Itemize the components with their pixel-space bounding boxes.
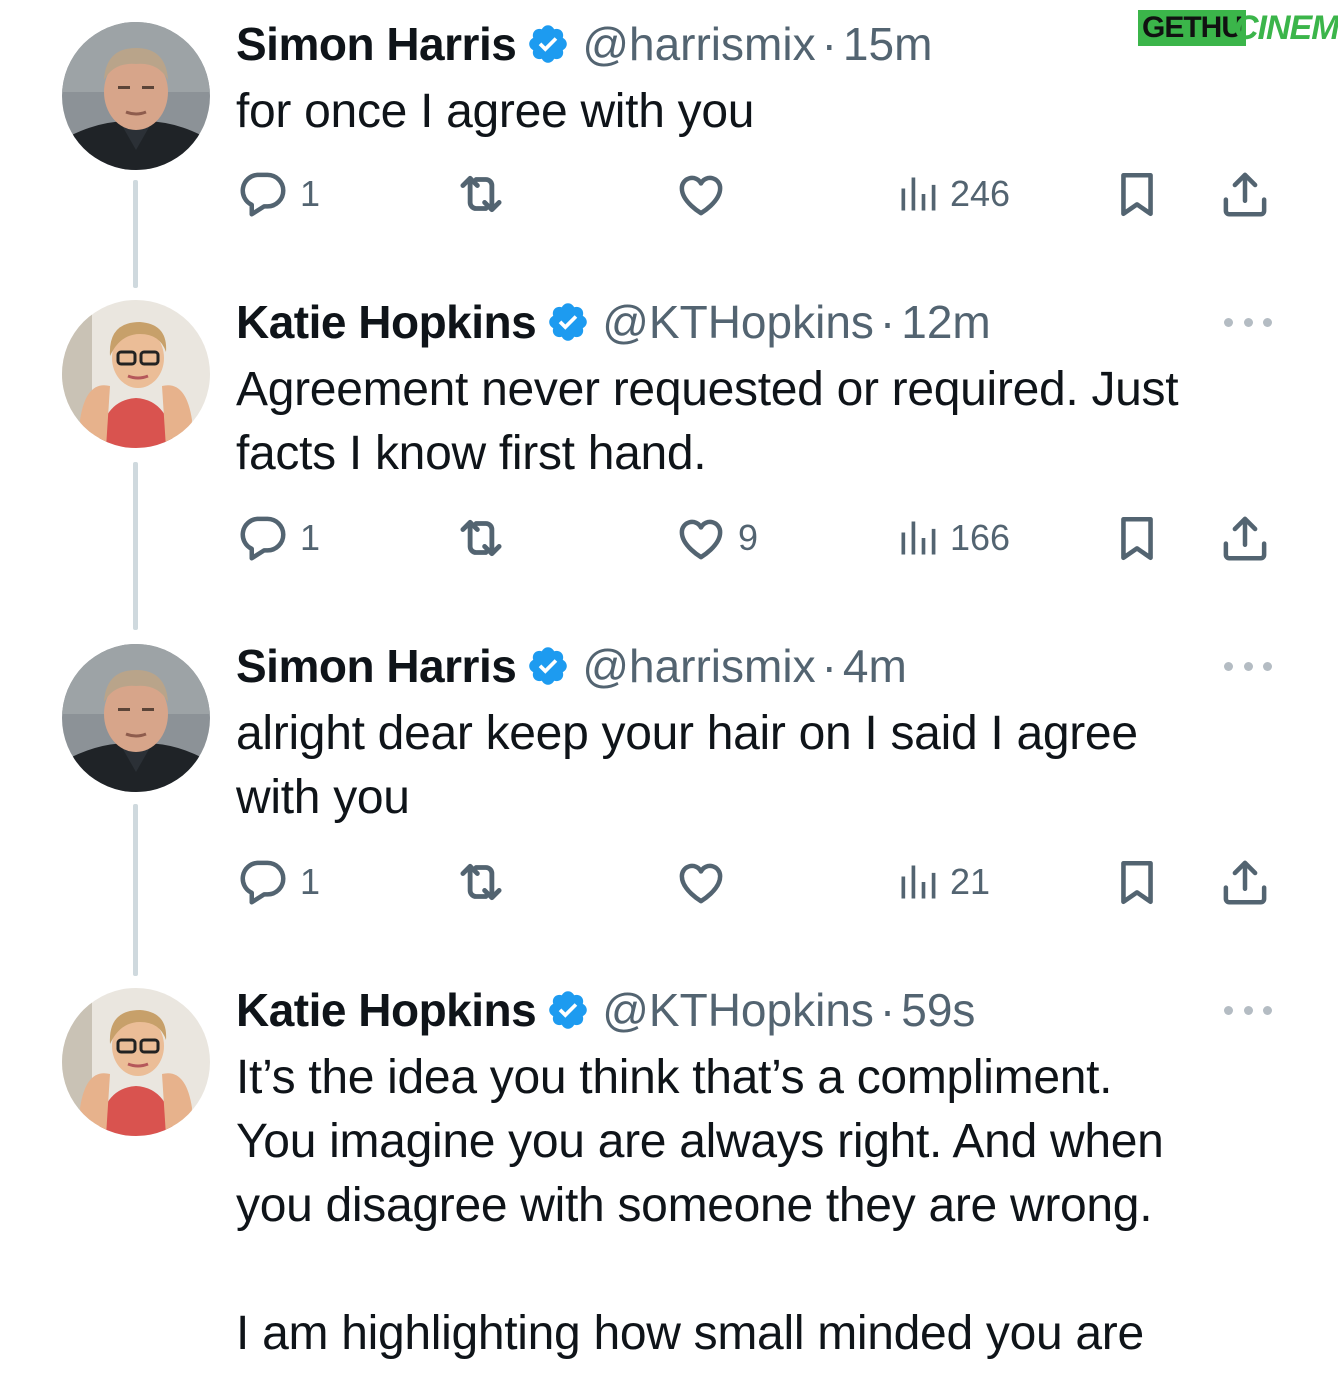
share-icon xyxy=(1218,167,1272,221)
tweet[interactable]: Katie Hopkins @KTHopkins · 12m Agreement… xyxy=(0,290,1338,634)
separator: · xyxy=(821,640,837,692)
retweet-icon xyxy=(452,165,510,223)
share-icon xyxy=(1218,855,1272,909)
tweet-actions: 1 9 166 xyxy=(0,508,1338,568)
avatar-simon-harris[interactable] xyxy=(62,22,210,170)
display-name[interactable]: Simon Harris xyxy=(236,14,517,74)
woman-avatar-icon xyxy=(62,300,210,448)
tweet[interactable]: Simon Harris @harrismix · 4m alright dea… xyxy=(0,634,1338,978)
heart-icon xyxy=(674,511,728,565)
view-count: 21 xyxy=(950,861,991,902)
more-dot xyxy=(1224,661,1233,671)
user-handle[interactable]: @harrismix xyxy=(582,636,815,696)
reply-count: 1 xyxy=(300,861,321,902)
more-options-button[interactable] xyxy=(1224,312,1272,332)
avatar-katie-hopkins[interactable] xyxy=(62,300,210,448)
reply-icon xyxy=(236,511,290,565)
reply-count: 1 xyxy=(300,173,321,214)
like-button[interactable] xyxy=(674,852,728,912)
display-name[interactable]: Katie Hopkins xyxy=(236,292,537,352)
separator: · xyxy=(879,296,896,348)
more-dot xyxy=(1243,317,1253,327)
bookmark-icon xyxy=(1112,511,1162,565)
views-button[interactable]: 21 xyxy=(896,852,990,912)
user-handle[interactable]: @harrismix xyxy=(582,14,815,74)
reply-button[interactable]: 1 xyxy=(236,508,320,568)
more-options-button[interactable] xyxy=(1224,656,1272,676)
views-button[interactable]: 166 xyxy=(896,508,1010,568)
retweet-button[interactable] xyxy=(452,852,510,912)
views-icon xyxy=(896,514,940,562)
verified-badge-icon xyxy=(526,644,570,688)
like-count: 9 xyxy=(738,517,759,558)
avatar-simon-harris[interactable] xyxy=(62,644,210,792)
tweet-header: Simon Harris @harrismix · 4m xyxy=(236,636,907,696)
man-avatar-icon xyxy=(62,644,210,792)
like-button[interactable] xyxy=(674,164,728,224)
more-dot xyxy=(1263,317,1272,327)
more-dot xyxy=(1263,1005,1272,1015)
woman-avatar-icon xyxy=(62,988,210,1136)
avatar-katie-hopkins[interactable] xyxy=(62,988,210,1136)
more-dot xyxy=(1243,1005,1253,1015)
timestamp[interactable]: 4m xyxy=(843,636,907,696)
retweet-button[interactable] xyxy=(452,164,510,224)
reply-button[interactable]: 1 xyxy=(236,164,320,224)
verified-badge-icon xyxy=(546,300,590,344)
user-handle[interactable]: @KTHopkins xyxy=(602,980,874,1040)
tweet-actions: 1 21 xyxy=(0,852,1338,912)
tweet-header: Katie Hopkins @KTHopkins · 59s xyxy=(236,980,975,1040)
bookmark-icon xyxy=(1112,855,1162,909)
view-count: 166 xyxy=(950,517,1011,558)
tweet[interactable]: Simon Harris @harrismix · 15m for once I… xyxy=(0,0,1338,290)
heart-icon xyxy=(674,167,728,221)
view-count: 246 xyxy=(950,173,1011,214)
more-dot xyxy=(1263,661,1272,671)
separator: · xyxy=(821,18,837,70)
bookmark-button[interactable] xyxy=(1112,852,1162,912)
verified-badge-icon xyxy=(546,988,590,1032)
share-icon xyxy=(1218,511,1272,565)
tweet[interactable]: Katie Hopkins @KTHopkins · 59s It’s the … xyxy=(0,978,1338,1387)
heart-icon xyxy=(674,855,728,909)
verified-badge-icon xyxy=(526,22,570,66)
share-button[interactable] xyxy=(1218,164,1272,224)
tweet-text: alright dear keep your hair on I said I … xyxy=(236,707,1138,824)
share-button[interactable] xyxy=(1218,508,1272,568)
share-button[interactable] xyxy=(1218,852,1272,912)
more-dot xyxy=(1224,1005,1233,1015)
bookmark-icon xyxy=(1112,167,1162,221)
more-dot xyxy=(1224,317,1233,327)
tweet-header: Simon Harris @harrismix · 15m xyxy=(236,14,932,74)
display-name[interactable]: Simon Harris xyxy=(236,636,517,696)
reply-icon xyxy=(236,855,290,909)
tweet-text: It’s the idea you think that’s a complim… xyxy=(236,1051,1164,1360)
tweet-actions: 1 246 xyxy=(0,164,1338,224)
reply-count: 1 xyxy=(300,517,321,558)
views-button[interactable]: 246 xyxy=(896,164,1010,224)
retweet-icon xyxy=(452,509,510,567)
man-avatar-icon xyxy=(62,22,210,170)
display-name[interactable]: Katie Hopkins xyxy=(236,980,537,1040)
timestamp[interactable]: 12m xyxy=(901,292,990,352)
bookmark-button[interactable] xyxy=(1112,164,1162,224)
reply-icon xyxy=(236,167,290,221)
bookmark-button[interactable] xyxy=(1112,508,1162,568)
more-dot xyxy=(1243,661,1253,671)
like-button[interactable]: 9 xyxy=(674,508,758,568)
tweet-header: Katie Hopkins @KTHopkins · 12m xyxy=(236,292,991,352)
separator: · xyxy=(879,984,896,1036)
views-icon xyxy=(896,170,940,218)
retweet-icon xyxy=(452,853,510,911)
retweet-button[interactable] xyxy=(452,508,510,568)
tweet-text: for once I agree with you xyxy=(236,85,755,138)
tweet-text: Agreement never requested or required. J… xyxy=(236,363,1179,480)
more-options-button[interactable] xyxy=(1224,1000,1272,1020)
user-handle[interactable]: @KTHopkins xyxy=(602,292,874,352)
reply-button[interactable]: 1 xyxy=(236,852,320,912)
timestamp[interactable]: 59s xyxy=(901,980,975,1040)
timestamp[interactable]: 15m xyxy=(843,14,932,74)
views-icon xyxy=(896,858,940,906)
